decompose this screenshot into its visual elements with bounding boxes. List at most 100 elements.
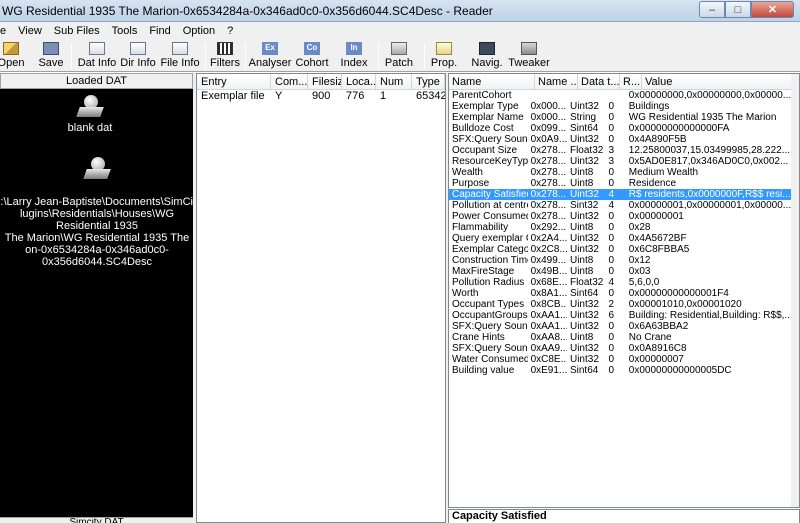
table-row[interactable]: Flammability 0x292... Uint8 0 0x28: [449, 222, 799, 233]
dir-info-button[interactable]: Dir Info: [120, 41, 156, 71]
maximize-button[interactable]: □: [725, 1, 751, 18]
index-button[interactable]: In Index: [339, 41, 369, 71]
toolbar-separator: [378, 43, 379, 69]
tweaker-icon: [521, 42, 537, 55]
menu-file[interactable]: e: [0, 22, 12, 40]
table-row[interactable]: Water Consumed 0xC8E... Uint32 0 0x00000007: [449, 354, 799, 365]
prop-name-cell: Bulldoze Cost: [452, 123, 514, 134]
prop-reps-cell: 0: [608, 134, 615, 145]
prop-type-cell: Uint32: [569, 299, 599, 310]
analyser-icon: Ex: [262, 42, 278, 55]
table-row[interactable]: Exemplar file Y 900 776 1 65342: [197, 90, 445, 103]
table-row[interactable]: Occupant Types 0x8CB... Uint32 2 0x00001010,…: [449, 299, 799, 310]
table-row[interactable]: OccupantGroups 0xAA1... Uint32 6 Building: R…: [449, 310, 799, 321]
prop-reps-cell: 0: [608, 365, 615, 376]
dir-info-icon: [130, 42, 146, 55]
prop-reps-cell: 2: [608, 299, 615, 310]
location-cell: 776: [346, 90, 365, 102]
patch-button[interactable]: Patch: [384, 41, 414, 71]
menu-tools[interactable]: Tools: [106, 22, 144, 40]
menu-help[interactable]: ?: [221, 22, 239, 40]
dat-info-icon: [89, 42, 105, 55]
col-num[interactable]: Num: [376, 74, 412, 89]
table-row[interactable]: ParentCohort 0x00000000,0x00000000,0x0000…: [449, 90, 799, 101]
table-row[interactable]: Bulldoze Cost 0x099... Sint64 0 0x0000000000…: [449, 123, 799, 134]
table-row[interactable]: Purpose 0x278... Uint8 0 Residence: [449, 178, 799, 189]
table-row[interactable]: Construction Time 0x499... Uint8 0 0x12: [449, 255, 799, 266]
table-row[interactable]: Power Consumed 0x278... Uint32 0 0x00000001: [449, 211, 799, 222]
col-value[interactable]: Value: [642, 74, 792, 89]
prop-value-cell: 0x00000000000000FA: [628, 123, 730, 134]
prop-reps-cell: 0: [608, 332, 615, 343]
file-info-button[interactable]: File Info: [160, 41, 200, 71]
col-name[interactable]: Name: [449, 74, 535, 89]
property-description: Capacity Satisfied: [448, 509, 800, 523]
table-row[interactable]: Building value 0xE91... Sint64 0 0x000000000…: [449, 365, 799, 376]
table-row[interactable]: Pollution at centre 0x278... Sint32 4 0x0000…: [449, 200, 799, 211]
table-row[interactable]: Exemplar Category0x2C8...Uint32 0 0x6C8FBB…: [449, 244, 799, 255]
col-type[interactable]: Type: [412, 74, 445, 89]
prop-reps-cell: 0: [608, 266, 615, 277]
prop-name-cell: Capacity Satisfied: [452, 189, 528, 200]
analyser-button[interactable]: Ex Analyser: [248, 41, 292, 71]
analyser-label: Analyser: [248, 57, 292, 69]
prop-value-cell: 0x00001010,0x00001020: [628, 299, 742, 310]
table-row[interactable]: Wealth 0x278... Uint8 0 Medium Wealth: [449, 167, 799, 178]
table-row[interactable]: SFX:Query Sound 0xAA1... Uint32 0 0x6A63BBA2: [449, 321, 799, 332]
filters-button[interactable]: Filters: [210, 41, 240, 71]
properties-header: Name Name ... Data t... R... Value: [449, 74, 799, 90]
prop-id-cell: 0xAA8...: [530, 332, 567, 343]
table-row[interactable]: Capacity Satisfied 0x278... Uint32 4 R$ resi…: [449, 189, 799, 200]
table-row[interactable]: Worth 0x8A1... Sint64 0 0x00000000000001F4: [449, 288, 799, 299]
col-location[interactable]: Loca...: [342, 74, 376, 89]
prop-value-cell: 0x00000000,0x00000000,0x00000...: [628, 90, 792, 101]
menu-option[interactable]: Option: [177, 22, 221, 40]
col-reps[interactable]: R...: [620, 74, 642, 89]
menu-view[interactable]: View: [12, 22, 48, 40]
dat-info-button[interactable]: Dat Info: [78, 41, 116, 71]
prop-type-cell: Uint8: [569, 178, 594, 189]
menu-sub-files[interactable]: Sub Files: [48, 22, 106, 40]
table-row[interactable]: ResourceKeyType10x278...Uint32 3 0x5AD0E81…: [449, 156, 799, 167]
table-row[interactable]: Exemplar Type 0x000... Uint32 0 Buildings: [449, 101, 799, 112]
dat-item-blank[interactable]: blank dat: [40, 95, 140, 134]
prop-id-cell: 0xAA1...: [530, 321, 567, 332]
table-row[interactable]: Query exemplar GU...0x2A4...Uint32 0 0x4A5…: [449, 233, 799, 244]
menu-find[interactable]: Find: [143, 22, 176, 40]
col-entry[interactable]: Entry: [197, 74, 271, 89]
vertical-scrollbar[interactable]: [791, 74, 799, 507]
col-filesize[interactable]: Filesize: [308, 74, 342, 89]
table-row[interactable]: Pollution Radius 0x68E... Float32 4 5,6,0,0: [449, 277, 799, 288]
cohort-button[interactable]: Co Cohort: [295, 41, 329, 71]
tweaker-button[interactable]: Tweaker: [508, 41, 550, 71]
dat-item-marion[interactable]: C:\Larry Jean-Baptiste\Documents\SimCity…: [0, 145, 202, 280]
prop-value-cell: 0x00000001: [628, 211, 684, 222]
col-compressed[interactable]: Com...: [271, 74, 308, 89]
prop-id-cell: 0x000...: [530, 101, 567, 112]
save-button[interactable]: Save: [38, 41, 64, 71]
prop-id-cell: 0x278...: [530, 178, 567, 189]
cohort-icon: Co: [304, 42, 320, 55]
col-data-type[interactable]: Data t...: [578, 74, 620, 89]
table-row[interactable]: Crane Hints 0xAA8... Uint8 0 No Crane: [449, 332, 799, 343]
properties-icon: [436, 42, 452, 55]
prop-reps-cell: 0: [608, 354, 615, 365]
prop-type-cell: Uint8: [569, 255, 594, 266]
loaded-dat-header: Loaded DAT: [0, 73, 193, 89]
prop-button[interactable]: Prop.: [431, 41, 457, 71]
table-row[interactable]: Occupant Size 0x278... Float32 3 12.25800037…: [449, 145, 799, 156]
col-name-value[interactable]: Name ...: [535, 74, 578, 89]
table-row[interactable]: Exemplar Name 0x000... String 0 WG Residenti…: [449, 112, 799, 123]
prop-type-cell: String: [569, 112, 597, 123]
navig-button[interactable]: Navig.: [471, 41, 503, 71]
table-row[interactable]: SFX:Query Sound ...0xAA9...Uint32 0 0x0A89…: [449, 343, 799, 354]
minimize-button[interactable]: –: [699, 1, 725, 18]
table-row[interactable]: SFX:Query Sound ...0x0A9...Uint32 0 0x4A89…: [449, 134, 799, 145]
close-button[interactable]: ✕: [751, 1, 794, 18]
open-button[interactable]: Open: [0, 41, 24, 71]
prop-reps-cell: 0: [608, 244, 615, 255]
prop-name-cell: Water Consumed: [452, 354, 528, 365]
prop-value-cell: 0x00000000000005DC: [628, 365, 732, 376]
prop-id-cell: 0x099...: [530, 123, 567, 134]
table-row[interactable]: MaxFireStage 0x49B... Uint8 0 0x03: [449, 266, 799, 277]
